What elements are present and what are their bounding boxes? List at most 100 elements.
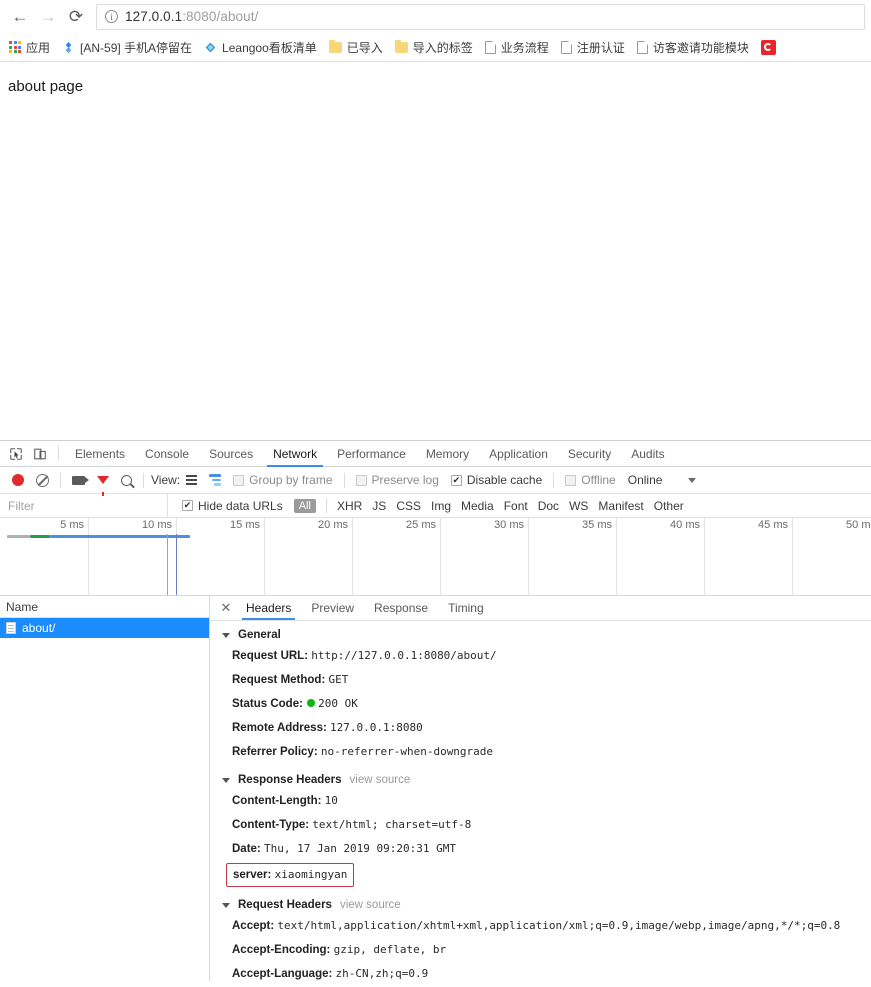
view-source-link[interactable]: view source: [340, 899, 401, 911]
status-ok-icon: [307, 699, 316, 707]
filter-type-img[interactable]: Img: [426, 499, 456, 513]
header-key: Accept:: [232, 920, 275, 932]
devtools-tab-network[interactable]: Network: [263, 441, 327, 467]
disable-cache-checkbox[interactable]: Disable cache: [445, 473, 548, 487]
network-filter-bar: Filter Hide data URLs All XHR JS CSS Img…: [0, 494, 871, 518]
header-key: Accept-Encoding:: [232, 944, 331, 956]
page-heading: about page: [8, 78, 84, 95]
reload-icon: ⟳: [68, 7, 84, 26]
header-row: Content-Type: text/html; charset=utf-8: [210, 813, 871, 837]
filter-type-other[interactable]: Other: [649, 499, 689, 513]
preserve-log-checkbox[interactable]: Preserve log: [350, 473, 445, 487]
tab-label: Network: [273, 446, 318, 461]
page-icon: [560, 40, 572, 54]
toggle-device-toolbar-button[interactable]: [28, 441, 52, 466]
group-by-frame-label: Group by frame: [249, 473, 333, 487]
overview-tick-label: 15 ms: [230, 519, 260, 531]
bookmark-item-visitor-invite[interactable]: 访客邀请功能模块: [631, 37, 755, 58]
device-toolbar-icon: [34, 448, 46, 459]
bookmark-folder-imported[interactable]: 已导入: [323, 37, 389, 58]
section-response-headers-header[interactable]: Response Headers view source: [210, 771, 871, 789]
throttling-dropdown-button[interactable]: [682, 477, 702, 483]
view-source-link[interactable]: view source: [350, 774, 411, 786]
devtools-tab-performance[interactable]: Performance: [327, 441, 416, 466]
capture-screenshots-button[interactable]: [66, 475, 91, 485]
offline-label: Offline: [581, 473, 616, 487]
cursor-select-icon: [10, 447, 22, 460]
filter-type-font[interactable]: Font: [499, 499, 533, 513]
section-title: General: [238, 629, 281, 641]
devtools-panel: Elements Console Sources Network Perform…: [0, 440, 871, 981]
url-path: :8080/about/: [182, 9, 259, 24]
filter-type-doc[interactable]: Doc: [533, 499, 564, 513]
offline-checkbox[interactable]: Offline: [559, 473, 621, 487]
filter-type-css[interactable]: CSS: [391, 499, 426, 513]
back-button[interactable]: ←: [6, 3, 34, 31]
detail-tab-preview[interactable]: Preview: [301, 596, 364, 620]
group-by-frame-checkbox[interactable]: Group by frame: [227, 473, 338, 487]
detail-tab-headers[interactable]: Headers: [236, 596, 301, 620]
bookmark-item-registration[interactable]: 注册认证: [555, 37, 631, 58]
detail-tab-response[interactable]: Response: [364, 596, 438, 620]
devtools-tab-audits[interactable]: Audits: [621, 441, 674, 466]
search-button[interactable]: [115, 474, 138, 486]
filter-type-xhr[interactable]: XHR: [332, 499, 367, 513]
address-bar[interactable]: i 127.0.0.1:8080/about/: [96, 3, 865, 30]
throttling-select[interactable]: Online: [622, 473, 669, 487]
site-info-icon[interactable]: i: [105, 10, 118, 23]
header-value: zh-CN,zh;q=0.9: [335, 967, 429, 980]
tab-label: Console: [145, 446, 190, 461]
request-row-about[interactable]: about/: [0, 618, 209, 638]
devtools-tab-security[interactable]: Security: [558, 441, 621, 466]
detail-tab-timing[interactable]: Timing: [438, 596, 494, 620]
reload-button[interactable]: ⟳: [62, 3, 90, 31]
overview-tick-label: 20 ms: [318, 519, 348, 531]
clear-button[interactable]: [30, 473, 55, 487]
devtools-tab-memory[interactable]: Memory: [416, 441, 479, 466]
bookmark-item-leangoo[interactable]: Leangoo看板清单: [198, 37, 323, 58]
devtools-tab-sources[interactable]: Sources: [199, 441, 263, 466]
requests-column-header[interactable]: Name: [0, 596, 209, 618]
bookmark-item-business-flow[interactable]: 业务流程: [479, 37, 555, 58]
funnel-icon: [97, 476, 109, 496]
view-waterfall-button[interactable]: [203, 474, 227, 486]
bookmark-folder-imported-tags[interactable]: 导入的标签: [389, 37, 479, 58]
filter-input[interactable]: Filter: [0, 494, 168, 517]
checkbox-icon: [182, 500, 193, 511]
toolbar-divider: [343, 472, 345, 488]
section-request-headers-header[interactable]: Request Headers view source: [210, 896, 871, 914]
devtools-tab-elements[interactable]: Elements: [65, 441, 135, 466]
header-row-highlighted: server: xiaomingyan: [210, 861, 871, 889]
filter-divider: [325, 498, 327, 513]
checkbox-icon: [565, 474, 577, 486]
forward-button[interactable]: →: [34, 3, 62, 31]
devtools-tab-console[interactable]: Console: [135, 441, 199, 466]
view-list-button[interactable]: [180, 475, 203, 485]
inspect-element-button[interactable]: [4, 441, 28, 466]
overview-load-event-line: [176, 534, 177, 595]
hide-data-urls-label: Hide data URLs: [198, 498, 283, 513]
bookmark-label: 业务流程: [500, 40, 549, 55]
filter-toggle-button[interactable]: [91, 476, 115, 496]
network-overview-timeline[interactable]: 5 ms 10 ms 15 ms 20 ms 25 ms 30 ms 35 ms…: [0, 518, 871, 596]
filter-type-js[interactable]: JS: [367, 499, 391, 513]
filter-type-all[interactable]: All: [293, 498, 316, 513]
filter-type-ws[interactable]: WS: [564, 499, 593, 513]
bookmark-apps[interactable]: 应用: [3, 37, 56, 58]
bookmark-item-last[interactable]: [755, 38, 787, 57]
bookmark-item-jira[interactable]: [AN-59] 手机A停留在: [56, 37, 198, 58]
close-detail-button[interactable]: ✕: [216, 600, 236, 616]
header-key: Referrer Policy:: [232, 746, 318, 758]
hide-data-urls-checkbox[interactable]: Hide data URLs: [176, 499, 289, 513]
requests-pane: Name about/: [0, 596, 210, 981]
devtools-tab-application[interactable]: Application: [479, 441, 558, 466]
request-name-label: about/: [22, 621, 56, 635]
toolbar-divider: [60, 472, 61, 488]
tab-label: Headers: [246, 601, 292, 615]
filter-type-manifest[interactable]: Manifest: [593, 499, 648, 513]
header-value: 127.0.0.1:8080: [330, 721, 423, 734]
close-icon: ✕: [220, 600, 232, 615]
record-button[interactable]: [6, 474, 30, 486]
filter-type-media[interactable]: Media: [456, 499, 499, 513]
section-general-header[interactable]: General: [210, 626, 871, 644]
